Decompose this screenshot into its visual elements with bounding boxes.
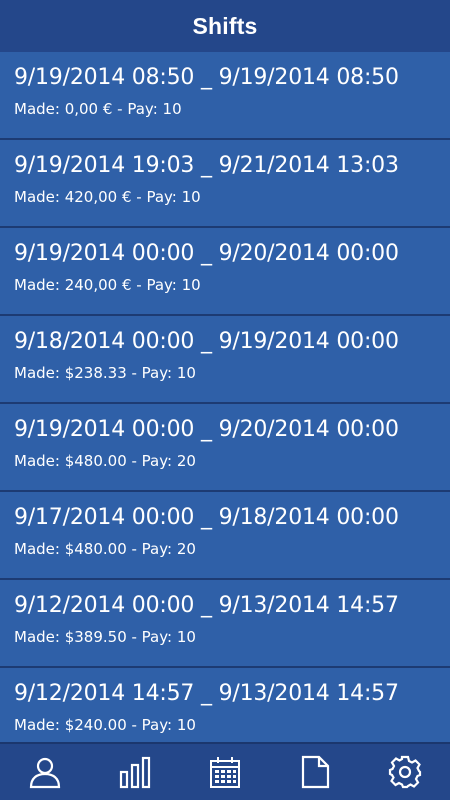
calendar-icon: [210, 757, 240, 788]
shift-date-range: 9/19/2014 00:00 _ 9/20/2014 00:00: [14, 241, 399, 266]
bottom-navigation: [0, 742, 450, 800]
shift-date-range: 9/18/2014 00:00 _ 9/19/2014 00:00: [14, 329, 399, 354]
shift-list-item[interactable]: 9/12/2014 00:00 _ 9/13/2014 14:57 Made: …: [0, 580, 450, 668]
shift-list-item[interactable]: 9/12/2014 14:57 _ 9/13/2014 14:57 Made: …: [0, 668, 450, 744]
shift-summary: Made: $480.00 - Pay: 20: [14, 540, 196, 558]
shift-date-range: 9/12/2014 00:00 _ 9/13/2014 14:57: [14, 593, 399, 618]
shift-summary: Made: $240.00 - Pay: 10: [14, 716, 196, 734]
shift-date-range: 9/19/2014 00:00 _ 9/20/2014 00:00: [14, 417, 399, 442]
shift-list-item[interactable]: 9/17/2014 00:00 _ 9/18/2014 00:00 Made: …: [0, 492, 450, 580]
bar-chart-icon: [119, 756, 151, 789]
nav-settings-button[interactable]: [375, 746, 435, 798]
nav-profile-button[interactable]: [15, 746, 75, 798]
shift-date-range: 9/19/2014 19:03 _ 9/21/2014 13:03: [14, 153, 399, 178]
shift-date-range: 9/12/2014 14:57 _ 9/13/2014 14:57: [14, 681, 399, 706]
shift-list-item[interactable]: 9/19/2014 08:50 _ 9/19/2014 08:50 Made: …: [0, 52, 450, 140]
app-header: Shifts: [0, 0, 450, 54]
shift-summary: Made: 420,00 € - Pay: 10: [14, 188, 201, 206]
shift-summary: Made: $389.50 - Pay: 10: [14, 628, 196, 646]
shift-list-item[interactable]: 9/19/2014 00:00 _ 9/20/2014 00:00 Made: …: [0, 404, 450, 492]
page-title: Shifts: [192, 12, 258, 39]
person-icon: [29, 757, 61, 789]
shift-list-item[interactable]: 9/19/2014 19:03 _ 9/21/2014 13:03 Made: …: [0, 140, 450, 228]
shift-summary: Made: 240,00 € - Pay: 10: [14, 276, 201, 294]
nav-calendar-button[interactable]: [195, 746, 255, 798]
shift-summary: Made: $238.33 - Pay: 10: [14, 364, 196, 382]
shift-summary: Made: $480.00 - Pay: 20: [14, 452, 196, 470]
nav-document-button[interactable]: [285, 746, 345, 798]
gear-icon: [388, 755, 422, 789]
document-icon: [301, 755, 330, 789]
nav-stats-button[interactable]: [105, 746, 165, 798]
shift-date-range: 9/17/2014 00:00 _ 9/18/2014 00:00: [14, 505, 399, 530]
shift-date-range: 9/19/2014 08:50 _ 9/19/2014 08:50: [14, 65, 399, 90]
shift-summary: Made: 0,00 € - Pay: 10: [14, 100, 182, 118]
shift-list-item[interactable]: 9/19/2014 00:00 _ 9/20/2014 00:00 Made: …: [0, 228, 450, 316]
shifts-list[interactable]: 9/19/2014 08:50 _ 9/19/2014 08:50 Made: …: [0, 52, 450, 744]
shift-list-item[interactable]: 9/18/2014 00:00 _ 9/19/2014 00:00 Made: …: [0, 316, 450, 404]
